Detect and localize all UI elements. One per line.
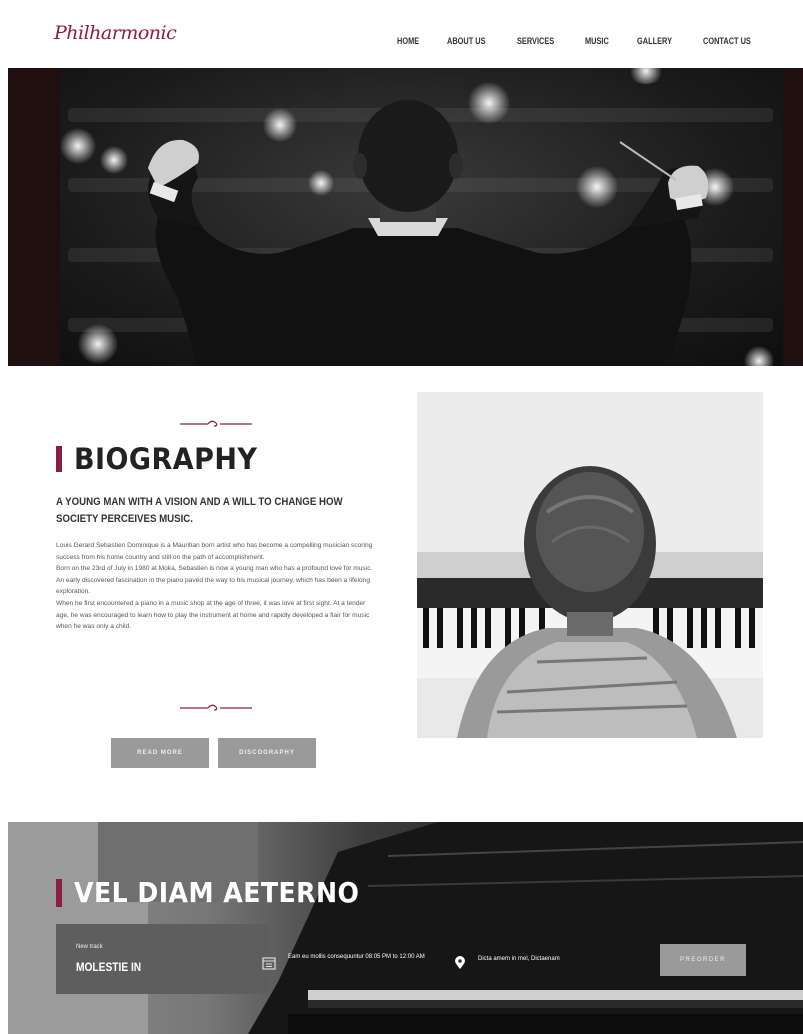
biography-text: Louis Gerard Sebastien Dominique is a Ma…	[56, 540, 378, 633]
track-card: New track MOLESTIE IN	[56, 924, 270, 994]
heading-accent-bar	[56, 446, 62, 472]
discography-button[interactable]: DISCOGRAPHY	[218, 738, 316, 768]
nav-item-music[interactable]: MUSIC	[585, 36, 609, 46]
biography-paragraph: Louis Gerard Sebastien Dominique is a Ma…	[56, 542, 373, 561]
release-band: VEL DIAM AETERNO New track MOLESTIE IN E…	[8, 822, 803, 1034]
conductor-silhouette	[148, 100, 709, 366]
nav-item-gallery[interactable]: GALLERY	[637, 36, 672, 46]
nav-item-home[interactable]: HOME	[397, 36, 419, 46]
biography-heading: BIOGRAPHY	[56, 442, 271, 476]
ornament-divider	[180, 703, 252, 713]
calendar-icon	[262, 956, 276, 975]
main-nav: HOME ABOUT US SERVICES MUSIC GALLERY CON…	[397, 36, 761, 46]
biography-paragraph: Born on the 23rd of July in 1980 at Moka…	[56, 565, 373, 596]
ornament-divider	[180, 419, 252, 429]
event-location: Dicta amem in mel, Dictaenam	[478, 956, 560, 962]
logo[interactable]: Philharmonic	[54, 22, 177, 44]
biography-subtitle: A YOUNG MAN WITH A VISION AND A WILL TO …	[56, 496, 343, 525]
pianist-photo	[417, 392, 763, 738]
site-header: Philharmonic HOME ABOUT US SERVICES MUSI…	[8, 14, 803, 68]
heading-accent-bar	[56, 878, 62, 907]
nav-item-about[interactable]: ABOUT US	[447, 36, 486, 46]
read-more-button[interactable]: READ MORE	[111, 738, 209, 768]
nav-item-contact[interactable]: CONTACT US	[703, 36, 751, 46]
biography-title: BIOGRAPHY	[74, 442, 258, 476]
nav-item-services[interactable]: SERVICES	[517, 36, 554, 46]
release-heading: VEL DIAM AETERNO	[56, 876, 391, 909]
preorder-button[interactable]: PREORDER	[660, 944, 746, 976]
track-name: MOLESTIE IN	[76, 960, 142, 974]
release-title: VEL DIAM AETERNO	[74, 876, 360, 909]
biography-paragraph: When he first encountered a piano in a m…	[56, 599, 370, 631]
event-date: Eam eu mollis consequuntur 08:05 PM to 1…	[288, 954, 425, 960]
location-pin-icon	[455, 956, 465, 975]
track-label: New track	[76, 944, 103, 950]
logo-text: Philharmonic	[54, 22, 177, 44]
hero-image	[8, 68, 803, 366]
